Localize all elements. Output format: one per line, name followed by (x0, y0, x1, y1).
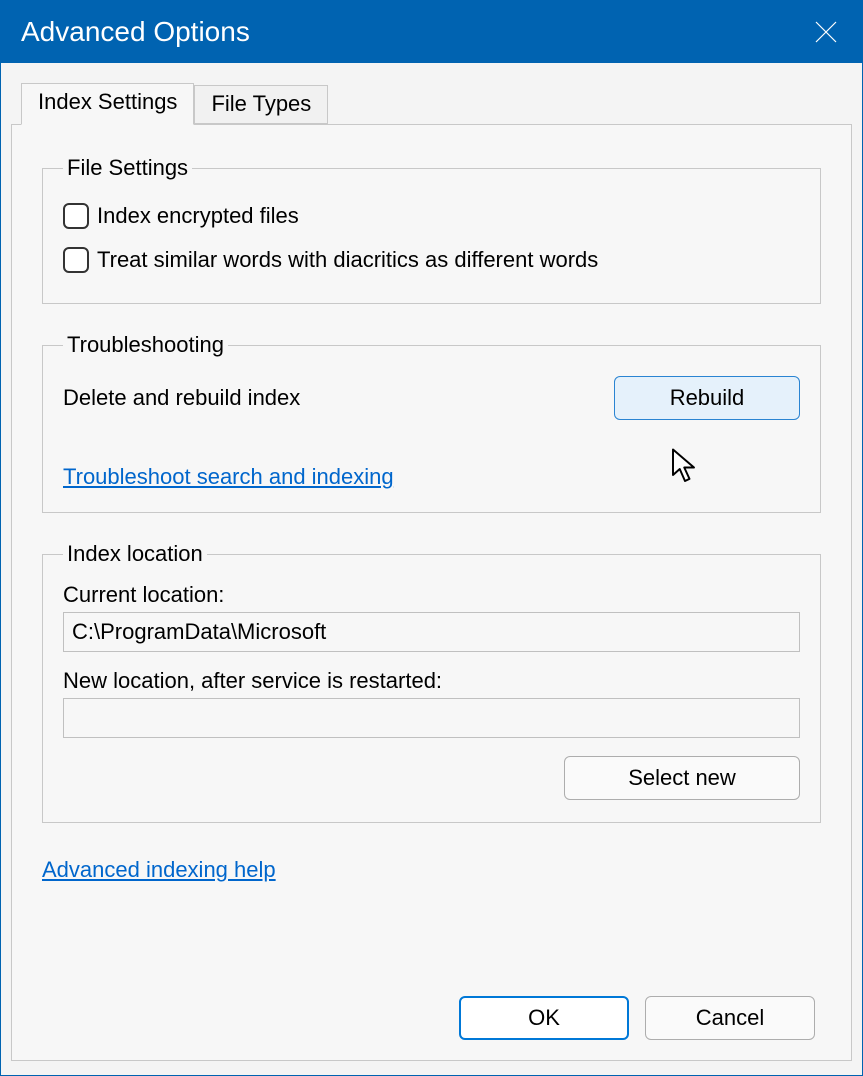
label-delete-rebuild: Delete and rebuild index (63, 385, 300, 411)
dialog-buttons: OK Cancel (42, 990, 821, 1040)
row-rebuild: Delete and rebuild index Rebuild (63, 368, 800, 420)
troubleshooting-group: Troubleshooting Delete and rebuild index… (42, 332, 821, 513)
advanced-indexing-help-link[interactable]: Advanced indexing help (42, 857, 821, 883)
label-index-encrypted: Index encrypted files (97, 203, 299, 229)
file-settings-legend: File Settings (63, 155, 192, 181)
checkbox-diacritics[interactable] (63, 247, 89, 273)
row-select-new: Select new (63, 756, 800, 800)
current-location-label: Current location: (63, 582, 800, 608)
new-location-label: New location, after service is restarted… (63, 668, 800, 694)
index-location-legend: Index location (63, 541, 207, 567)
new-location-value (63, 698, 800, 738)
tab-file-types[interactable]: File Types (194, 85, 328, 124)
cancel-button[interactable]: Cancel (645, 996, 815, 1040)
troubleshoot-link[interactable]: Troubleshoot search and indexing (63, 464, 394, 490)
file-settings-group: File Settings Index encrypted files Trea… (42, 155, 821, 304)
tab-strip: Index Settings File Types (21, 83, 852, 124)
current-location-value: C:\ProgramData\Microsoft (63, 612, 800, 652)
client-area: Index Settings File Types File Settings … (1, 63, 862, 1075)
tab-panel: File Settings Index encrypted files Trea… (11, 124, 852, 1061)
window-title: Advanced Options (21, 16, 250, 48)
row-diacritics: Treat similar words with diacritics as d… (63, 247, 800, 273)
select-new-button[interactable]: Select new (564, 756, 800, 800)
titlebar: Advanced Options (1, 1, 862, 63)
rebuild-button[interactable]: Rebuild (614, 376, 800, 420)
troubleshooting-legend: Troubleshooting (63, 332, 228, 358)
row-index-encrypted: Index encrypted files (63, 203, 800, 229)
advanced-options-window: Advanced Options Index Settings File Typ… (0, 0, 863, 1076)
tab-index-settings[interactable]: Index Settings (21, 83, 194, 125)
close-icon[interactable] (802, 8, 850, 56)
ok-button[interactable]: OK (459, 996, 629, 1040)
index-location-group: Index location Current location: C:\Prog… (42, 541, 821, 823)
label-diacritics: Treat similar words with diacritics as d… (97, 247, 598, 273)
checkbox-index-encrypted[interactable] (63, 203, 89, 229)
